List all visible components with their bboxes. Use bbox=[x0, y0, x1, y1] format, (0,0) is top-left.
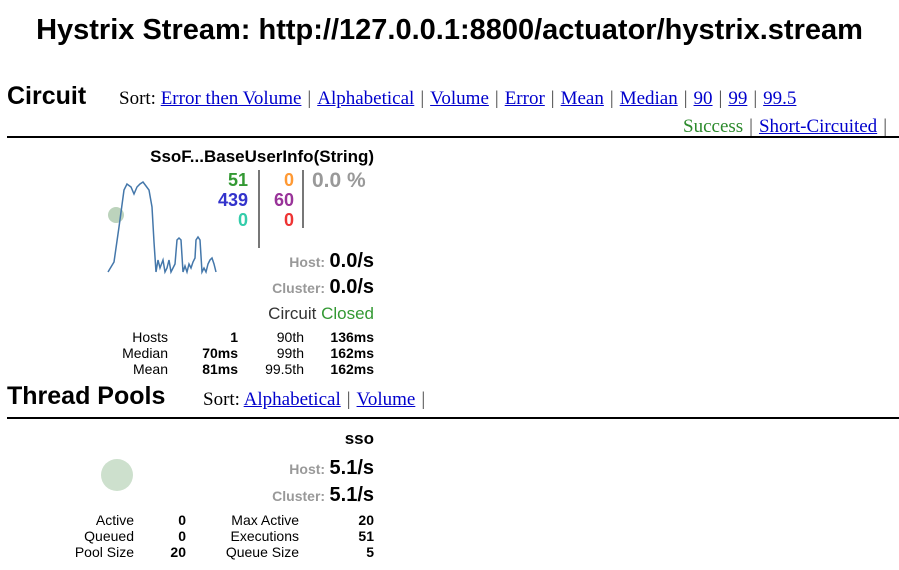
sort-mean-link[interactable]: Mean bbox=[561, 88, 604, 109]
sort-label: Sort: bbox=[203, 389, 240, 410]
sort-median-link[interactable]: Median bbox=[620, 88, 678, 109]
stat-max-active-label: Max Active bbox=[231, 512, 299, 528]
rejected-count: 60 bbox=[273, 190, 294, 210]
stat-queued-value: 0 bbox=[178, 528, 186, 544]
stat-90th-value: 136ms bbox=[330, 329, 374, 345]
stat-median-value: 70ms bbox=[202, 345, 238, 361]
thread-pools-divider bbox=[7, 417, 899, 419]
stat-hosts-label: Hosts bbox=[132, 329, 168, 345]
host-value: 0.0/s bbox=[329, 250, 374, 272]
sort-99-5-link[interactable]: 99.5 bbox=[763, 88, 796, 109]
separator: | bbox=[421, 389, 426, 410]
thread-pools-section-title: Thread Pools bbox=[7, 382, 166, 410]
cluster-value: 0.0/s bbox=[329, 276, 374, 298]
cluster-label: Cluster: bbox=[272, 488, 326, 504]
circuit-cluster-rate: Cluster: 0.0/s bbox=[272, 276, 374, 299]
cluster-label: Cluster: bbox=[272, 280, 326, 296]
separator: | bbox=[718, 88, 723, 109]
thread-pools-sort-bar: Sort: Alphabetical | Volume | bbox=[203, 389, 431, 411]
separator: | bbox=[346, 389, 351, 410]
host-value: 5.1/s bbox=[329, 457, 374, 479]
sort-90-link[interactable]: 90 bbox=[694, 88, 713, 109]
circuit-section-title: Circuit bbox=[7, 82, 87, 110]
success-count: 51 bbox=[227, 170, 248, 190]
stat-max-active-value: 20 bbox=[358, 512, 374, 528]
timeout-count: 0 bbox=[283, 170, 294, 190]
stat-90th-label: 90th bbox=[276, 329, 304, 345]
separator: | bbox=[749, 116, 753, 137]
stat-pool-size-label: Pool Size bbox=[74, 544, 134, 560]
thread-pool-host-rate: Host: 5.1/s bbox=[289, 457, 374, 480]
cluster-value: 5.1/s bbox=[329, 484, 374, 506]
stat-pool-size-value: 20 bbox=[170, 544, 186, 560]
circuit-status: Circuit Closed bbox=[268, 304, 374, 324]
legend-short-circuited-link[interactable]: Short-Circuited bbox=[759, 116, 877, 137]
stat-queue-size-value: 5 bbox=[366, 544, 374, 560]
stat-executions-value: 51 bbox=[358, 528, 374, 544]
error-percentage: 0.0 % bbox=[312, 169, 366, 192]
circuit-name: SsoF...BaseUserInfo(String) bbox=[150, 147, 374, 166]
sort-error-then-volume-link[interactable]: Error then Volume bbox=[161, 88, 302, 109]
separator: | bbox=[753, 88, 758, 109]
stat-99-5th-value: 162ms bbox=[330, 361, 374, 377]
circuit-status-label: Circuit bbox=[268, 304, 317, 323]
stat-active-value: 0 bbox=[178, 512, 186, 528]
bad-request-count: 0 bbox=[237, 210, 248, 230]
error-divider bbox=[302, 170, 304, 228]
host-label: Host: bbox=[289, 461, 326, 477]
legend-success: Success bbox=[683, 116, 744, 137]
counts-divider bbox=[258, 170, 260, 248]
sort-error-link[interactable]: Error bbox=[505, 88, 545, 109]
thread-pool-bubble bbox=[101, 459, 133, 491]
sort-alphabetical-link[interactable]: Alphabetical bbox=[317, 88, 414, 109]
stat-active-label: Active bbox=[95, 512, 134, 528]
failure-count: 0 bbox=[283, 210, 294, 230]
separator: | bbox=[883, 116, 887, 137]
stat-hosts-value: 1 bbox=[230, 329, 238, 345]
stat-executions-label: Executions bbox=[230, 528, 299, 544]
thread-pool-name: sso bbox=[344, 429, 374, 448]
sort-99-link[interactable]: 99 bbox=[728, 88, 747, 109]
stat-queue-size-label: Queue Size bbox=[225, 544, 299, 560]
tp-sort-volume-link[interactable]: Volume bbox=[357, 389, 416, 410]
tp-sort-alphabetical-link[interactable]: Alphabetical bbox=[244, 389, 341, 410]
circuit-host-rate: Host: 0.0/s bbox=[289, 250, 374, 273]
stat-99th-value: 162ms bbox=[330, 345, 374, 361]
circuit-status-value: Closed bbox=[321, 304, 374, 323]
short-circuited-count: 439 bbox=[217, 190, 248, 210]
sort-volume-link[interactable]: Volume bbox=[430, 88, 489, 109]
circuit-divider bbox=[7, 136, 899, 138]
thread-pool-cluster-rate: Cluster: 5.1/s bbox=[272, 484, 374, 507]
page-title: Hystrix Stream: http://127.0.0.1:8800/ac… bbox=[36, 14, 863, 46]
separator: | bbox=[609, 88, 614, 109]
circuit-sort-bar: Sort: Error then Volume | Alphabetical | Vol… bbox=[119, 88, 796, 110]
separator: | bbox=[420, 88, 425, 109]
separator: | bbox=[494, 88, 499, 109]
stat-mean-label: Mean bbox=[132, 361, 168, 377]
separator: | bbox=[307, 88, 312, 109]
stat-queued-label: Queued bbox=[84, 528, 134, 544]
separator: | bbox=[683, 88, 688, 109]
sort-label: Sort: bbox=[119, 88, 156, 109]
stat-mean-value: 81ms bbox=[202, 361, 238, 377]
circuit-legend-bar: Success | Short-Circuited | bbox=[683, 116, 893, 138]
separator: | bbox=[550, 88, 555, 109]
stat-median-label: Median bbox=[122, 345, 168, 361]
host-label: Host: bbox=[289, 254, 326, 270]
stat-99th-label: 99th bbox=[276, 345, 304, 361]
stat-99-5th-label: 99.5th bbox=[265, 361, 304, 377]
